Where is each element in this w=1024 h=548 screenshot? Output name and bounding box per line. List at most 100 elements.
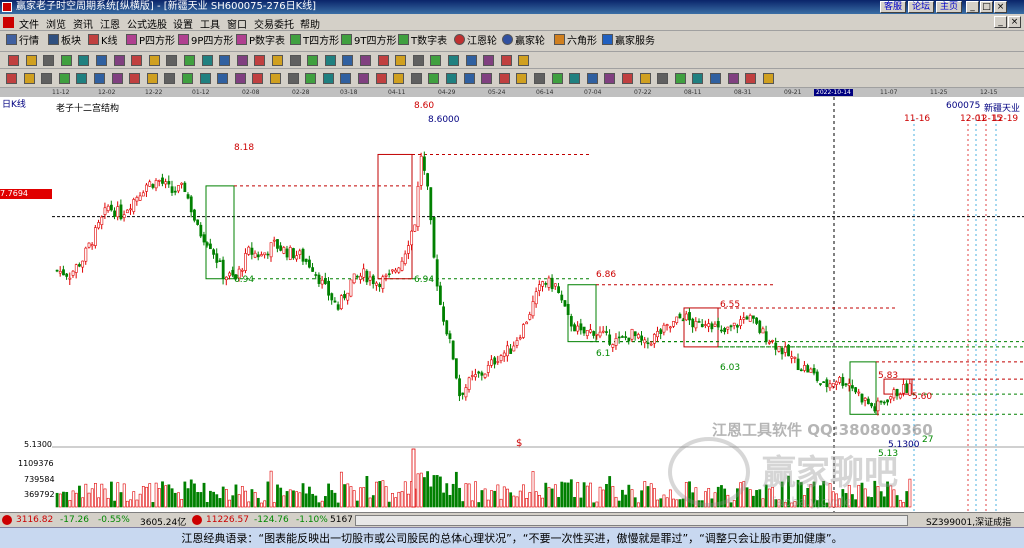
toolbar-tool-icon[interactable] <box>551 73 563 84</box>
toolbar-tool-icon[interactable] <box>131 55 143 66</box>
menu-window[interactable]: 窗口 <box>227 16 247 31</box>
menu-info[interactable]: 资讯 <box>73 16 93 31</box>
toolbar-tool-icon[interactable] <box>727 73 739 84</box>
toolbar-tool-icon[interactable] <box>342 55 354 66</box>
toolbar-tool-icon[interactable] <box>41 73 53 84</box>
toolbar-tool-icon[interactable] <box>270 73 281 84</box>
toolbar-tool-icon[interactable] <box>322 73 334 84</box>
p-square-button[interactable]: P四方形 <box>126 34 175 49</box>
toolbar-tool-icon[interactable] <box>8 55 19 66</box>
winner-wheel-button[interactable]: 赢家轮 <box>502 34 545 49</box>
toolbar-tool-icon[interactable] <box>96 55 107 66</box>
toolbar-tool-icon[interactable] <box>164 73 176 84</box>
toolbar-tool-icon[interactable] <box>692 73 704 84</box>
toolbar-tool-icon[interactable] <box>358 73 369 84</box>
toolbar-tool-icon[interactable] <box>622 73 633 84</box>
menu-trade[interactable]: 交易委托 <box>254 16 294 31</box>
menu-formula[interactable]: 公式选股 <box>127 16 167 31</box>
hexagon-button[interactable]: 六角形 <box>554 34 597 49</box>
winner-service-button[interactable]: 赢家服务 <box>602 34 655 49</box>
p-table-button[interactable]: P数字表 <box>236 34 285 49</box>
toolbar-tool-icon[interactable] <box>236 55 248 66</box>
toolbar-tool-icon[interactable] <box>199 73 211 84</box>
forum-button[interactable]: 论坛 <box>908 1 935 13</box>
toolbar-tool-icon[interactable] <box>410 73 422 84</box>
toolbar-tool-icon[interactable] <box>657 73 669 84</box>
toolbar-tool-icon[interactable] <box>340 73 352 84</box>
toolbar-tool-icon[interactable] <box>569 73 581 84</box>
toolbar-tool-icon[interactable] <box>412 55 424 66</box>
toolbar-tool-icon[interactable] <box>25 55 37 66</box>
horizontal-scrollbar[interactable] <box>355 515 908 526</box>
toolbar-tool-icon[interactable] <box>710 73 721 84</box>
child-close-button[interactable]: × <box>1008 16 1021 28</box>
toolbar-tool-icon[interactable] <box>76 73 88 84</box>
toolbar-tool-icon[interactable] <box>448 55 459 66</box>
toolbar-tool-icon[interactable] <box>745 73 757 84</box>
toolbar-tool-icon[interactable] <box>43 55 55 66</box>
menu-settings[interactable]: 设置 <box>173 16 193 31</box>
toolbar-tool-icon[interactable] <box>395 55 407 66</box>
toolbar-tool-icon[interactable] <box>500 55 512 66</box>
t-square-button[interactable]: T四方形 <box>290 34 339 49</box>
toolbar-tool-icon[interactable] <box>428 73 440 84</box>
toolbar-tool-icon[interactable] <box>446 73 457 84</box>
toolbar-tool-icon[interactable] <box>23 73 35 84</box>
close-button[interactable]: × <box>994 1 1007 13</box>
toolbar-tool-icon[interactable] <box>481 73 493 84</box>
toolbar-tool-icon[interactable] <box>762 73 774 84</box>
toolbar-tool-icon[interactable] <box>111 73 123 84</box>
toolbar-tool-icon[interactable] <box>217 73 229 84</box>
menu-file[interactable]: 文件 <box>19 16 39 31</box>
toolbar-tool-icon[interactable] <box>604 73 616 84</box>
menu-help[interactable]: 帮助 <box>300 16 320 31</box>
toolbar-tool-icon[interactable] <box>129 73 141 84</box>
home-button[interactable]: 主页 <box>936 1 963 13</box>
toolbar-tool-icon[interactable] <box>182 73 193 84</box>
kline-chart[interactable]: 日K线 老子十二宫结构 600075 新疆天业 7.7694 5.1300 11… <box>0 97 1024 512</box>
toolbar-tool-icon[interactable] <box>6 73 17 84</box>
toolbar-tool-icon[interactable] <box>252 73 264 84</box>
9t-square-button[interactable]: 9T四方形 <box>341 34 396 49</box>
sector-button[interactable]: 板块 <box>48 34 81 49</box>
toolbar-tool-icon[interactable] <box>375 73 387 84</box>
child-minimize-button[interactable]: _ <box>994 16 1007 28</box>
toolbar-tool-icon[interactable] <box>674 73 686 84</box>
t-table-button[interactable]: T数字表 <box>398 34 447 49</box>
toolbar-tool-icon[interactable] <box>146 73 158 84</box>
toolbar-tool-icon[interactable] <box>516 73 528 84</box>
toolbar-tool-icon[interactable] <box>586 73 598 84</box>
9p-square-button[interactable]: 9P四方形 <box>178 34 233 49</box>
toolbar-tool-icon[interactable] <box>184 55 195 66</box>
toolbar-tool-icon[interactable] <box>498 73 510 84</box>
toolbar-tool-icon[interactable] <box>465 55 477 66</box>
toolbar-tool-icon[interactable] <box>166 55 178 66</box>
toolbar-tool-icon[interactable] <box>219 55 231 66</box>
toolbar-tool-icon[interactable] <box>377 55 389 66</box>
toolbar-tool-icon[interactable] <box>289 55 301 66</box>
toolbar-tool-icon[interactable] <box>324 55 336 66</box>
toolbar-tool-icon[interactable] <box>201 55 213 66</box>
toolbar-tool-icon[interactable] <box>307 55 319 66</box>
toolbar-tool-icon[interactable] <box>113 55 125 66</box>
quotes-button[interactable]: 行情 <box>6 34 39 49</box>
toolbar-tool-icon[interactable] <box>639 73 651 84</box>
toolbar-tool-icon[interactable] <box>94 73 105 84</box>
service-button[interactable]: 客服 <box>880 1 907 13</box>
toolbar-tool-icon[interactable] <box>534 73 545 84</box>
toolbar-tool-icon[interactable] <box>234 73 246 84</box>
toolbar-tool-icon[interactable] <box>148 55 160 66</box>
toolbar-tool-icon[interactable] <box>254 55 266 66</box>
toolbar-tool-icon[interactable] <box>463 73 475 84</box>
menu-browse[interactable]: 浏览 <box>46 16 66 31</box>
toolbar-tool-icon[interactable] <box>60 55 72 66</box>
minimize-button[interactable]: _ <box>966 1 979 13</box>
toolbar-tool-icon[interactable] <box>305 73 317 84</box>
menu-tools[interactable]: 工具 <box>200 16 220 31</box>
toolbar-tool-icon[interactable] <box>272 55 283 66</box>
toolbar-tool-icon[interactable] <box>518 55 530 66</box>
toolbar-tool-icon[interactable] <box>78 55 90 66</box>
gann-wheel-button[interactable]: 江恩轮 <box>454 34 497 49</box>
toolbar-tool-icon[interactable] <box>430 55 442 66</box>
toolbar-tool-icon[interactable] <box>360 55 371 66</box>
